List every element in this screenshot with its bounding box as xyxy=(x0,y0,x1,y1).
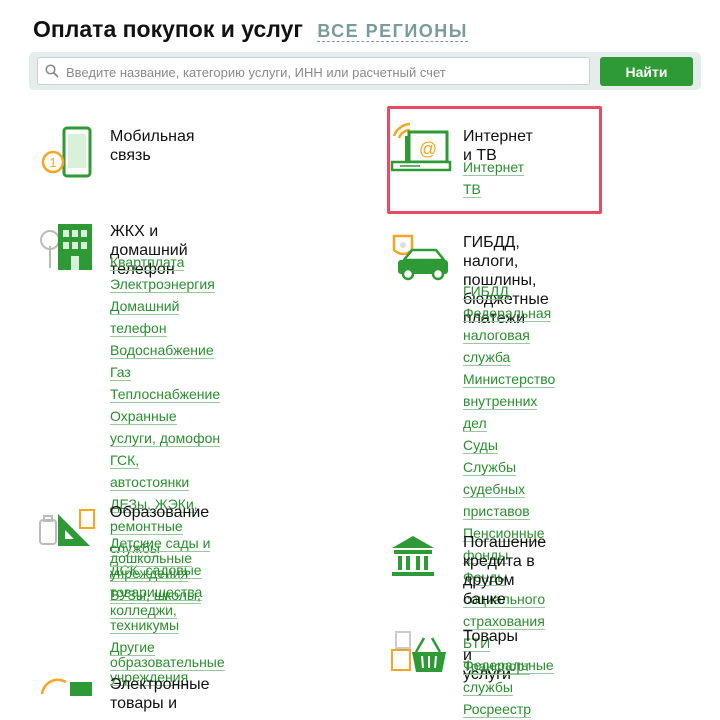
education-links: Детские сады и дошкольные учреждения ВУЗы… xyxy=(110,535,225,692)
link-bailiffs[interactable]: Службы судебных приставов xyxy=(463,459,530,520)
link-parking[interactable]: ГСК, автостоянки xyxy=(110,452,190,491)
search-box xyxy=(37,57,590,86)
mobile-phone-icon: 1 xyxy=(40,126,96,182)
svg-text:@: @ xyxy=(419,139,437,159)
bank-icon xyxy=(390,534,436,578)
svg-text:1: 1 xyxy=(49,155,56,170)
link-text-line: ВУЗы, школы, колледжи, xyxy=(110,587,201,618)
link-text-line: техникумы xyxy=(110,617,180,633)
link-tv[interactable]: ТВ xyxy=(463,181,481,198)
link-item: Домашний телефон xyxy=(110,295,220,339)
search-input[interactable] xyxy=(64,58,588,86)
education-icon xyxy=(38,508,96,548)
search-icon xyxy=(45,64,59,78)
link-item: Электроэнергия xyxy=(110,273,220,295)
shopping-basket-icon xyxy=(390,628,450,678)
link-tax-service[interactable]: Федеральная налоговая служба xyxy=(463,305,552,366)
page-title: Оплата покупок и услуг ВСЕ РЕГИОНЫ xyxy=(33,16,468,43)
link-electricity[interactable]: Электроэнергия xyxy=(110,276,215,293)
category-title-education[interactable]: Образование xyxy=(110,503,209,522)
search-bar: Найти xyxy=(29,52,701,90)
link-text-line: Детские сады и дошкольные xyxy=(110,535,211,566)
apartment-building-icon xyxy=(40,218,96,272)
link-item: Охранные услуги, домофон xyxy=(110,405,221,449)
credit-title-line2: банке xyxy=(463,591,506,608)
link-internet[interactable]: Интернет xyxy=(463,159,525,176)
credit-title-line1: Погашение кредита в другом xyxy=(463,534,547,589)
link-item: Детские сады и дошкольные учреждения xyxy=(110,535,225,582)
link-item: Водоснабжение xyxy=(110,339,220,361)
link-item: Транспорт xyxy=(463,655,531,677)
link-text-line: Другие образовательные xyxy=(110,639,225,670)
category-title-mobile[interactable]: Мобильная связь xyxy=(110,127,195,165)
link-courts[interactable]: Суды xyxy=(463,437,498,454)
link-text-line: учреждения xyxy=(110,565,189,581)
link-home-phone[interactable]: Домашний телефон xyxy=(110,298,180,337)
police-car-icon xyxy=(390,232,452,282)
electronics-icon xyxy=(40,676,96,696)
link-item: ВУЗы, школы, колледжи, техникумы xyxy=(110,587,225,634)
search-button[interactable]: Найти xyxy=(600,57,693,86)
link-rosreestr[interactable]: Росреестр xyxy=(463,701,532,718)
link-item: ТВ xyxy=(463,178,524,200)
link-item: Федеральная налоговая служба xyxy=(463,302,555,368)
link-item: Службы судебных приставов xyxy=(463,456,555,522)
link-rent[interactable]: Квартплата xyxy=(110,254,185,271)
link-item: Интернет xyxy=(463,156,525,178)
internet-links: Интернет ТВ xyxy=(463,156,525,200)
link-item: Росреестр xyxy=(463,698,555,720)
link-item: ГИБДД xyxy=(463,280,555,302)
link-item: Министерство внутренних дел xyxy=(463,368,556,434)
goods-links: Транспорт xyxy=(463,655,531,677)
link-item: ГСК, автостоянки xyxy=(110,449,220,493)
link-universities[interactable]: ВУЗы, школы, колледжи, техникумы xyxy=(110,587,201,634)
internet-tv-icon: @ xyxy=(390,122,452,176)
category-title-electronics[interactable]: Электронные товары и xyxy=(110,675,210,713)
link-item: Газ xyxy=(110,361,220,383)
link-interior-ministry[interactable]: Министерство внутренних дел xyxy=(463,371,556,432)
link-water[interactable]: Водоснабжение xyxy=(110,342,214,359)
link-gas[interactable]: Газ xyxy=(110,364,131,381)
link-heating[interactable]: Теплоснабжение xyxy=(110,386,221,403)
region-selector-link[interactable]: ВСЕ РЕГИОНЫ xyxy=(317,21,468,42)
category-title-credit[interactable]: Погашение кредита в другом банке xyxy=(463,533,546,609)
link-item: Квартплата xyxy=(110,251,220,273)
link-kindergartens[interactable]: Детские сады и дошкольные учреждения xyxy=(110,535,211,582)
link-security[interactable]: Охранные услуги, домофон xyxy=(110,408,221,447)
link-item: Теплоснабжение xyxy=(110,383,221,405)
link-transport[interactable]: Транспорт xyxy=(463,658,531,675)
page-title-text: Оплата покупок и услуг xyxy=(33,16,303,42)
link-item: Суды xyxy=(463,434,555,456)
link-gibdd[interactable]: ГИБДД xyxy=(463,283,509,300)
